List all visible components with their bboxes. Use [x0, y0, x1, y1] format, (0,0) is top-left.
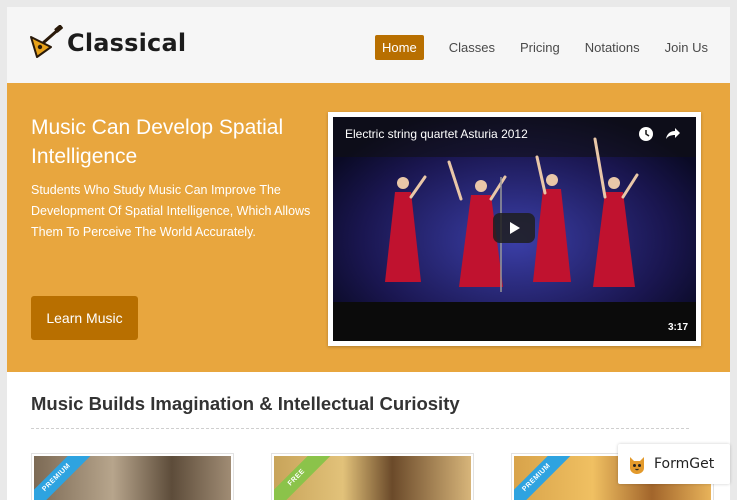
- section-title: Music Builds Imagination & Intellectual …: [31, 393, 460, 414]
- site-header: Classical Home Classes Pricing Notations…: [7, 7, 730, 83]
- nav-join-us[interactable]: Join Us: [665, 35, 708, 60]
- class-card[interactable]: PREMIUM: [31, 453, 234, 500]
- video-player[interactable]: Electric string quartet Asturia 2012 3:1…: [328, 112, 701, 346]
- section-divider: [31, 428, 689, 429]
- nav-classes[interactable]: Classes: [449, 35, 495, 60]
- play-icon: [510, 222, 520, 234]
- card-image: FREE: [274, 456, 471, 500]
- clock-icon[interactable]: [637, 125, 655, 143]
- card-ribbon: PREMIUM: [34, 456, 95, 500]
- balalaika-icon: [30, 25, 63, 58]
- share-icon[interactable]: [663, 125, 681, 143]
- card-image: PREMIUM: [34, 456, 231, 500]
- brand-name: Classical: [67, 29, 187, 57]
- hero-text: Students Who Study Music Can Improve The…: [31, 183, 311, 239]
- video-title[interactable]: Electric string quartet Asturia 2012: [345, 127, 528, 141]
- main-nav: Home Classes Pricing Notations Join Us: [375, 35, 708, 60]
- video-thumbnail[interactable]: Electric string quartet Asturia 2012 3:1…: [333, 117, 696, 341]
- play-button[interactable]: [493, 213, 535, 243]
- page-frame: Classical Home Classes Pricing Notations…: [7, 7, 730, 500]
- formget-watermark: FormGet: [618, 444, 730, 484]
- nav-pricing[interactable]: Pricing: [520, 35, 560, 60]
- cat-logo-icon: [630, 457, 644, 474]
- learn-music-button[interactable]: Learn Music: [31, 296, 138, 340]
- hero-section: Music Can Develop Spatial Intelligence S…: [7, 83, 730, 372]
- watermark-label: FormGet: [654, 456, 715, 472]
- nav-notations[interactable]: Notations: [585, 35, 640, 60]
- card-ribbon: FREE: [274, 456, 335, 500]
- hero-title: Music Can Develop Spatial Intelligence: [31, 116, 284, 168]
- video-duration: 3:17: [667, 322, 688, 333]
- nav-home[interactable]: Home: [375, 35, 424, 60]
- class-card[interactable]: FREE: [271, 453, 474, 500]
- card-ribbon: PREMIUM: [514, 456, 575, 500]
- logo[interactable]: Classical: [29, 25, 186, 61]
